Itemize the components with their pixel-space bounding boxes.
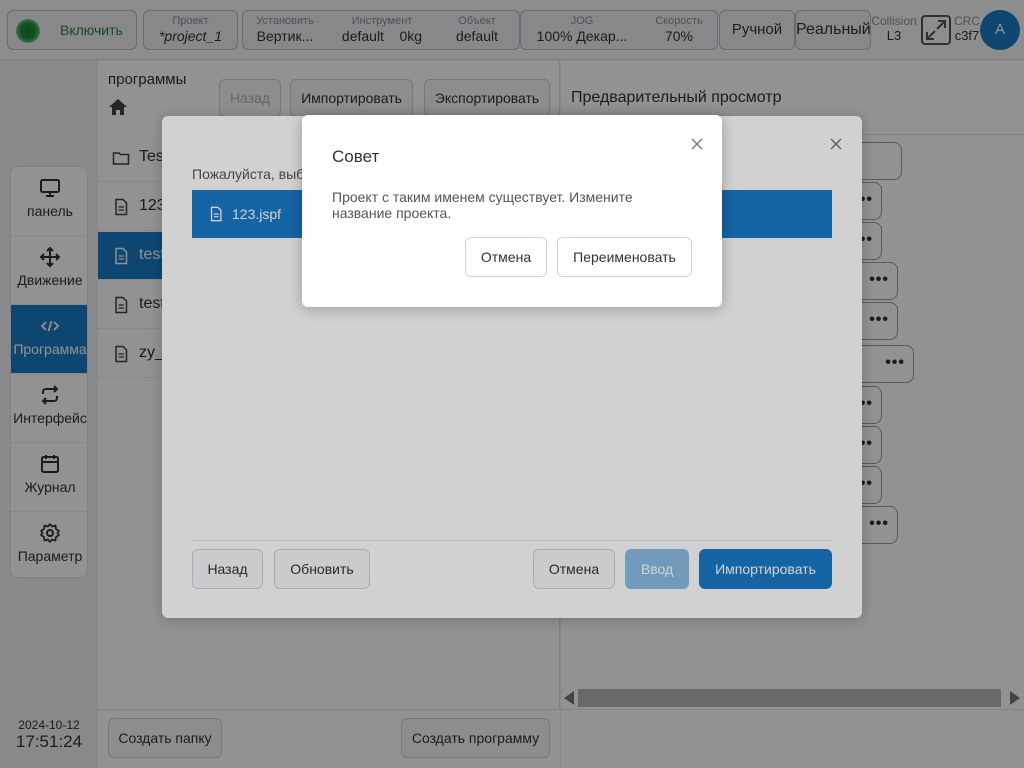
- tip-dialog: Совет Проект с таким именем существует. …: [302, 115, 722, 307]
- dialog-message: Проект с таким именем существует. Измени…: [332, 189, 633, 221]
- rename-button[interactable]: Переименовать: [557, 237, 692, 277]
- close-icon[interactable]: [690, 137, 704, 151]
- cancel-button[interactable]: Отмена: [465, 237, 547, 277]
- dialog-title: Совет: [332, 147, 380, 166]
